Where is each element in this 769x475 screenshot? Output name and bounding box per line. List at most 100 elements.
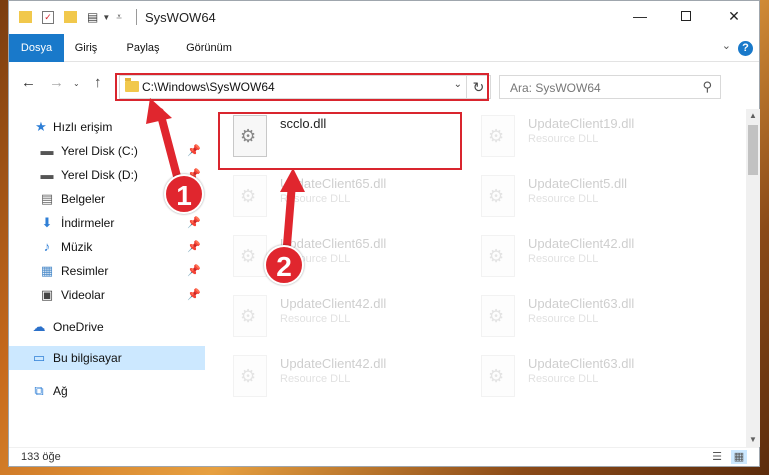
- file-type: Resource DLL: [528, 253, 599, 265]
- dll-file-icon: [233, 115, 267, 157]
- pin-icon[interactable]: 📌: [187, 216, 201, 229]
- item-count: 133 öğe: [21, 451, 61, 463]
- file-item[interactable]: UpdateClient65.dll Resource DLL: [225, 169, 465, 227]
- window-title: SysWOW64: [145, 10, 216, 25]
- dll-file-icon: [481, 175, 515, 217]
- folder-icon[interactable]: [19, 11, 32, 23]
- file-name: UpdateClient65.dll: [280, 176, 387, 191]
- file-item[interactable]: UpdateClient42.dll Resource DLL: [225, 289, 465, 347]
- file-item[interactable]: UpdateClient65.dll Resource DLL: [225, 229, 465, 287]
- sidebar-item-label: Belgeler: [61, 192, 106, 206]
- tab-share[interactable]: Paylaş: [115, 34, 171, 62]
- sidebar-item-disk-c[interactable]: ▬ Yerel Disk (C:) 📌: [9, 139, 205, 163]
- sidebar-item-label: Bu bilgisayar: [53, 351, 122, 365]
- file-item[interactable]: UpdateClient63.dll Resource DLL: [473, 349, 713, 407]
- scroll-down-icon[interactable]: ▼: [746, 433, 760, 447]
- tab-file[interactable]: Dosya: [9, 34, 64, 62]
- chevron-down-icon[interactable]: ▼: [102, 13, 110, 22]
- sidebar-item-label: Hızlı erişim: [53, 120, 113, 134]
- title-separator: [136, 9, 137, 25]
- new-folder-icon[interactable]: [64, 11, 77, 23]
- maximize-icon: [681, 11, 691, 21]
- sidebar-item-downloads[interactable]: ⬇ İndirmeler 📌: [9, 211, 205, 235]
- maximize-button[interactable]: [663, 1, 709, 31]
- chevron-down-icon[interactable]: ⌄: [722, 39, 731, 52]
- navigation-pane: ★ Hızlı erişim ▬ Yerel Disk (C:) 📌 ▬ Yer…: [9, 109, 205, 447]
- videos-icon: ▣: [40, 287, 54, 302]
- search-input[interactable]: Ara: SysWOW64 ⚲: [499, 75, 721, 99]
- file-name: UpdateClient5.dll: [528, 176, 628, 191]
- details-view-icon[interactable]: ☰: [709, 450, 725, 464]
- quick-access-toolbar: ✓ ▤ ▼ ⩡: [19, 10, 122, 24]
- file-name: scclo.dll: [280, 116, 327, 131]
- dll-file-icon: [481, 295, 515, 337]
- help-icon[interactable]: ?: [738, 41, 753, 56]
- tab-view[interactable]: Görünüm: [179, 34, 239, 62]
- file-name: UpdateClient42.dll: [280, 356, 387, 371]
- address-dropdown-button[interactable]: ⌄: [454, 79, 462, 90]
- file-item[interactable]: UpdateClient5.dll Resource DLL: [473, 169, 713, 227]
- sidebar-item-network[interactable]: ⧉ Ağ: [9, 379, 205, 403]
- file-name: UpdateClient42.dll: [528, 236, 635, 251]
- pictures-icon: ▦: [40, 263, 54, 278]
- network-icon: ⧉: [34, 383, 44, 398]
- pin-icon[interactable]: 📌: [187, 288, 201, 301]
- file-item[interactable]: UpdateClient42.dll Resource DLL: [225, 349, 465, 407]
- file-type: Resource DLL: [280, 193, 351, 205]
- sidebar-item-label: Müzik: [61, 240, 93, 254]
- music-icon: ♪: [43, 239, 51, 254]
- scroll-up-icon[interactable]: ▲: [746, 109, 760, 123]
- file-item[interactable]: UpdateClient42.dll Resource DLL: [473, 229, 713, 287]
- documents-icon: ▤: [40, 191, 54, 206]
- file-type: Resource DLL: [528, 373, 599, 385]
- forward-button[interactable]: →: [49, 74, 64, 91]
- file-item[interactable]: UpdateClient19.dll Resource DLL: [473, 109, 713, 167]
- sidebar-item-this-pc[interactable]: ▭ Bu bilgisayar: [9, 346, 205, 370]
- sidebar-item-label: Yerel Disk (D:): [61, 168, 138, 182]
- view-icon[interactable]: ▤: [87, 10, 98, 24]
- large-icons-view-icon[interactable]: ▦: [731, 450, 747, 464]
- annotation-badge-1: 1: [164, 174, 204, 214]
- close-button[interactable]: ✕: [711, 1, 757, 31]
- file-item-scclo[interactable]: scclo.dll: [225, 109, 465, 167]
- scrollbar-thumb[interactable]: [748, 125, 758, 175]
- sidebar-item-onedrive[interactable]: ☁ OneDrive: [9, 315, 205, 339]
- properties-icon[interactable]: ✓: [42, 10, 54, 24]
- address-bar[interactable]: C:\Windows\SysWOW64 ⌄ ↻: [119, 75, 491, 99]
- dll-file-icon: [233, 295, 267, 337]
- file-name: UpdateClient63.dll: [528, 296, 635, 311]
- sidebar-item-label: Videolar: [61, 288, 105, 302]
- file-type: Resource DLL: [528, 193, 599, 205]
- sidebar-item-music[interactable]: ♪ Müzik 📌: [9, 235, 205, 259]
- dll-file-icon: [233, 175, 267, 217]
- up-button[interactable]: ↑: [94, 74, 102, 91]
- file-name: UpdateClient19.dll: [528, 116, 635, 131]
- sidebar-item-pictures[interactable]: ▦ Resimler 📌: [9, 259, 205, 283]
- sidebar-item-videos[interactable]: ▣ Videolar 📌: [9, 283, 205, 307]
- pin-icon[interactable]: 📌: [187, 240, 201, 253]
- annotation-badge-2: 2: [264, 245, 304, 285]
- tab-home[interactable]: Giriş: [64, 34, 108, 62]
- customize-toolbar-icon[interactable]: ⩡: [116, 12, 122, 23]
- pin-icon[interactable]: 📌: [187, 144, 201, 157]
- back-button[interactable]: ←: [21, 74, 36, 91]
- file-item[interactable]: UpdateClient63.dll Resource DLL: [473, 289, 713, 347]
- dll-file-icon: [233, 355, 267, 397]
- dll-file-icon: [481, 355, 515, 397]
- refresh-button[interactable]: ↻: [466, 76, 490, 98]
- ribbon-tabs: Dosya Giriş Paylaş Görünüm ⌄ ?: [9, 34, 759, 62]
- pin-icon[interactable]: 📌: [187, 264, 201, 277]
- minimize-button[interactable]: —: [617, 1, 663, 31]
- drive-icon: ▬: [40, 143, 54, 158]
- search-icon: ⚲: [702, 79, 712, 94]
- file-type: Resource DLL: [528, 133, 599, 145]
- sidebar-item-quick-access[interactable]: ★ Hızlı erişim: [9, 115, 205, 139]
- recent-locations-button[interactable]: ⌄: [73, 79, 80, 88]
- file-type: Resource DLL: [280, 373, 351, 385]
- sidebar-item-label: Resimler: [61, 264, 109, 278]
- file-name: UpdateClient63.dll: [528, 356, 635, 371]
- vertical-scrollbar[interactable]: ▲ ▼: [746, 109, 760, 447]
- star-icon: ★: [35, 119, 47, 134]
- sidebar-item-label: İndirmeler: [61, 216, 115, 230]
- dll-file-icon: [481, 235, 515, 277]
